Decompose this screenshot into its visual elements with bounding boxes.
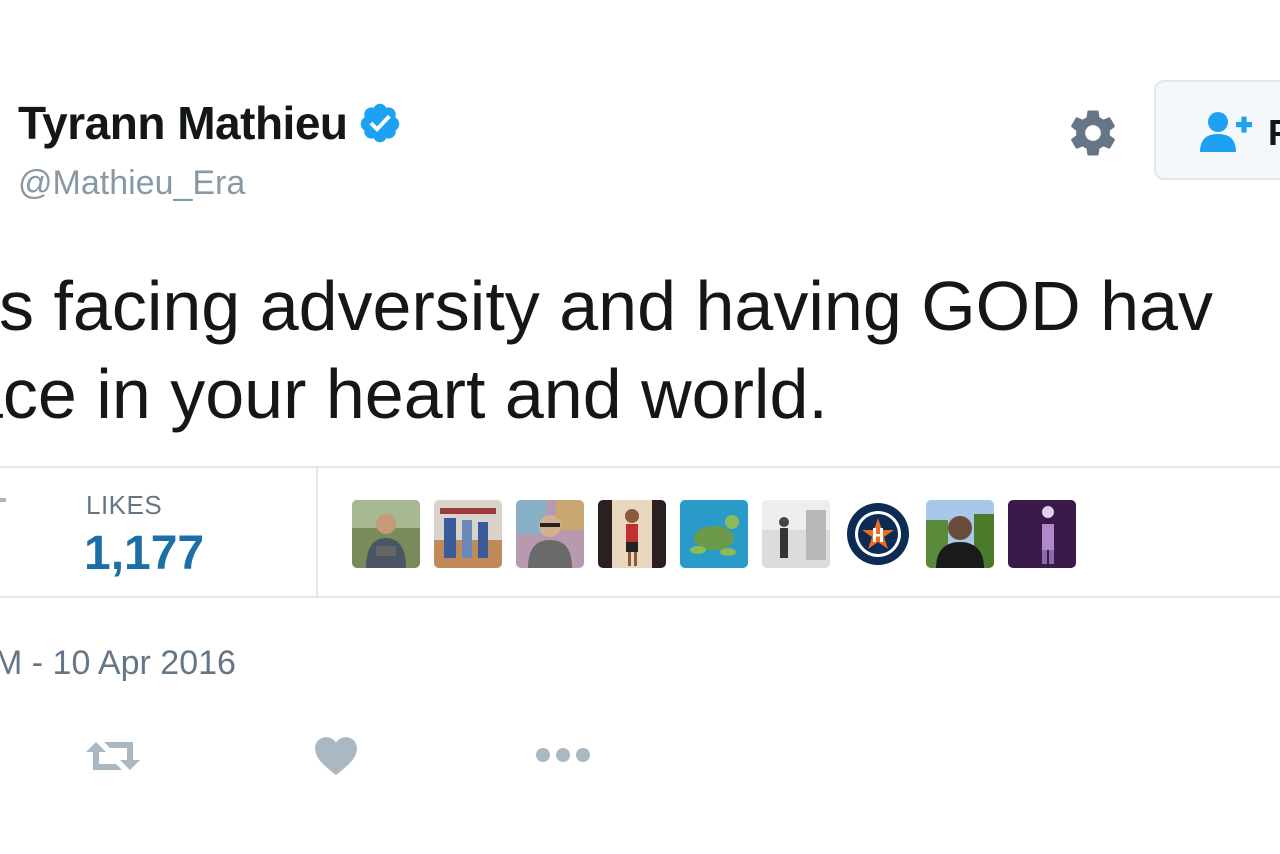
stat-fragment (0, 498, 6, 502)
tweet-text: is facing adversity and having GOD hav a… (0, 262, 1280, 438)
tweet-text-line-1: is facing adversity and having GOD hav (0, 267, 1213, 345)
heart-icon[interactable] (314, 736, 358, 776)
verified-badge-icon (360, 103, 399, 143)
user-handle[interactable]: @Mathieu_Era (18, 164, 245, 203)
liker-avatar-7-houston-astros[interactable] (844, 500, 912, 568)
follow-label: F (1268, 112, 1280, 154)
liker-avatar-8[interactable] (926, 500, 994, 568)
retweet-icon[interactable] (84, 736, 142, 776)
follow-button[interactable]: F (1154, 80, 1280, 180)
liker-avatar-5[interactable] (680, 500, 748, 568)
tweet-stats: LIKES 1,177 (0, 466, 1280, 598)
likes-count[interactable]: 1,177 (84, 526, 204, 581)
display-name[interactable]: Tyrann Mathieu (18, 96, 402, 150)
liker-avatar-2[interactable] (434, 500, 502, 568)
stats-divider (316, 468, 318, 598)
gear-icon[interactable] (1066, 106, 1120, 160)
liker-avatar-3[interactable] (516, 500, 584, 568)
liker-avatar-6[interactable] (762, 500, 830, 568)
liker-avatar-9[interactable] (1008, 500, 1076, 568)
liker-avatar-1[interactable] (352, 500, 420, 568)
add-user-icon (1200, 112, 1252, 152)
tweet-timestamp[interactable]: M - 10 Apr 2016 (0, 644, 236, 683)
tweet-page: Tyrann Mathieu @Mathieu_Era F is facing … (0, 0, 1280, 854)
likes-label: LIKES (86, 490, 163, 520)
display-name-text: Tyrann Mathieu (18, 97, 348, 149)
liker-avatar-4[interactable] (598, 500, 666, 568)
more-icon[interactable] (534, 744, 592, 766)
tweet-text-line-2: ace in your heart and world. (0, 355, 828, 433)
